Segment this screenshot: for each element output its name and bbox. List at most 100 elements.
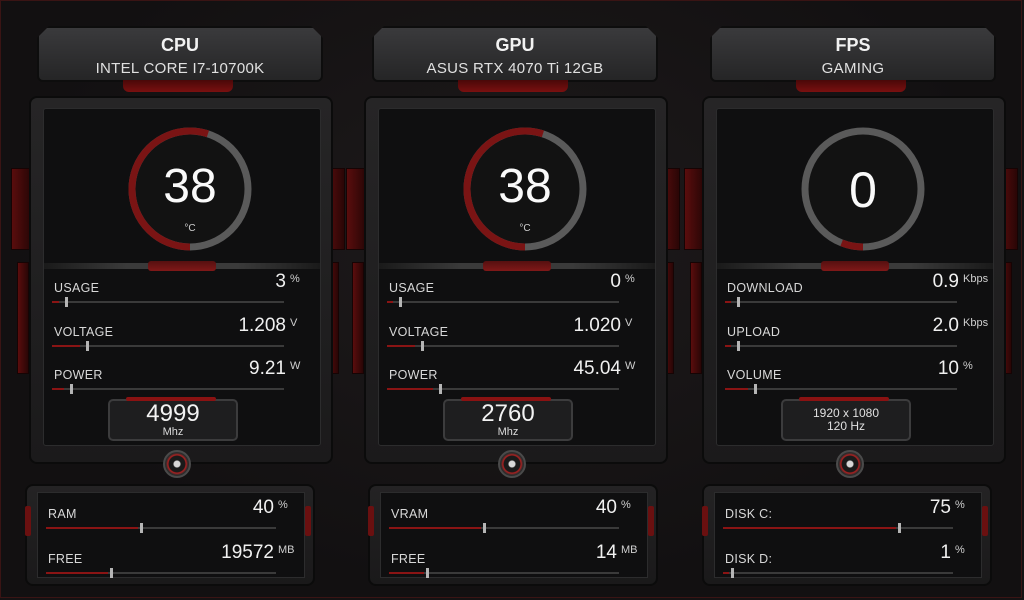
metric-value: 10	[937, 358, 959, 379]
memory-row: FREE 14 MB	[381, 542, 647, 578]
memory-unit: MB	[621, 544, 638, 556]
metric-slider[interactable]	[725, 341, 957, 351]
metric-slider-knob[interactable]	[420, 341, 424, 351]
metric-value: 1.208	[238, 315, 286, 336]
metric-label: USAGE	[54, 281, 100, 295]
bottom-side-accent	[982, 506, 988, 536]
side-accent-left	[684, 168, 704, 250]
metric-label: POWER	[389, 368, 438, 382]
gauge: 38 °C	[122, 121, 258, 257]
gauge: 0	[795, 121, 931, 257]
metric-slider-knob[interactable]	[85, 341, 89, 351]
memory-slider-knob[interactable]	[897, 523, 901, 533]
metric-slider[interactable]	[387, 384, 619, 394]
memory-slider-knob[interactable]	[425, 568, 429, 578]
metric-slider[interactable]	[387, 341, 619, 351]
frequency-box: 4999 Mhz	[108, 397, 238, 441]
metric-unit: %	[290, 273, 300, 285]
memory-label: FREE	[391, 552, 426, 566]
metric-slider-knob[interactable]	[737, 297, 740, 307]
metric-slider-knob[interactable]	[439, 384, 443, 394]
metric-slider-fill	[52, 388, 64, 390]
bottom-side-accent	[648, 506, 654, 536]
bottom-side-accent	[368, 506, 374, 536]
metrics-inner: 38 °C USAGE 3% VOLTAGE 1.208 V POWER 9.21 W 4999 Mh…	[43, 108, 321, 446]
metric-unit: V	[625, 317, 633, 329]
metric-slider-knob[interactable]	[399, 297, 402, 307]
frequency-accent	[461, 397, 551, 401]
metric-unit: V	[290, 317, 298, 329]
metric-label: USAGE	[389, 281, 435, 295]
panel-title: FPS	[835, 35, 871, 55]
metric-slider-knob[interactable]	[737, 341, 740, 351]
frequency-unit: Mhz	[497, 426, 519, 438]
memory-slider[interactable]	[723, 568, 953, 578]
metric-value: 45.04	[573, 358, 621, 379]
memory-panel: DISK C: 75% DISK D: 1%	[702, 484, 992, 586]
metric-row-upload: UPLOAD 2.0 Kbps	[717, 315, 993, 351]
memory-inner: DISK C: 75% DISK D: 1%	[714, 492, 982, 578]
metric-row-power: POWER 45.04 W	[379, 358, 655, 394]
metric-slider-fill	[725, 345, 731, 347]
memory-slider-knob[interactable]	[483, 523, 486, 533]
metric-slider-fill	[387, 345, 415, 347]
metric-slider[interactable]	[725, 384, 957, 394]
bottom-side-accent	[702, 506, 708, 536]
metric-slider[interactable]	[725, 297, 957, 307]
memory-slider-fill	[723, 527, 896, 529]
gauge-unit: °C	[184, 223, 196, 234]
memory-slider[interactable]	[389, 568, 619, 578]
memory-label: DISK D:	[725, 552, 773, 566]
memory-unit: %	[278, 499, 288, 511]
memory-value: 19572	[221, 542, 274, 563]
memory-slider[interactable]	[389, 523, 619, 533]
memory-value: 40	[252, 497, 274, 518]
memory-unit: %	[621, 499, 631, 511]
metric-unit: %	[963, 360, 973, 372]
side-accent-left	[346, 168, 366, 250]
metric-label: UPLOAD	[727, 325, 781, 339]
metrics-panel: 38 °C USAGE 0% VOLTAGE 1.020 V POWER 45.04 W 2760 M…	[364, 96, 668, 464]
metrics-inner: 38 °C USAGE 0% VOLTAGE 1.020 V POWER 45.04 W 2760 M…	[378, 108, 656, 446]
metric-slider[interactable]	[52, 341, 284, 351]
metric-slider-knob[interactable]	[64, 297, 68, 307]
metric-slider-fill	[387, 388, 434, 390]
metric-slider[interactable]	[52, 297, 284, 307]
metric-value: 1.020	[573, 315, 621, 336]
memory-slider[interactable]	[723, 523, 953, 533]
metric-slider-knob[interactable]	[69, 384, 73, 394]
panel-gpu: GPU ASUS RTX 4070 Ti 12GB 38 °C USAGE 0% VOLTA…	[346, 0, 680, 600]
metric-slider-knob[interactable]	[754, 384, 758, 394]
metric-slider-fill	[725, 388, 749, 390]
gauge-arc	[840, 239, 864, 251]
metric-unit: Kbps	[963, 273, 989, 285]
metric-slider[interactable]	[52, 384, 284, 394]
memory-slider-fill	[389, 572, 424, 574]
memory-unit: MB	[278, 544, 295, 556]
metric-row-volume: VOLUME 10%	[717, 358, 993, 394]
frequency-box: 2760 Mhz	[443, 397, 573, 441]
panel-subtitle: INTEL CORE I7-10700K	[95, 60, 265, 77]
metric-slider[interactable]	[387, 297, 619, 307]
metric-row-power: POWER 9.21 W	[44, 358, 320, 394]
panel-subtitle: ASUS RTX 4070 Ti 12GB	[426, 60, 604, 77]
metric-slider-fill	[387, 301, 393, 303]
memory-slider-knob[interactable]	[140, 523, 143, 533]
panel-header: FPS GAMING	[710, 26, 996, 82]
memory-slider-fill	[46, 572, 109, 574]
metric-label: VOLUME	[727, 368, 782, 382]
memory-value: 40	[595, 497, 617, 518]
memory-slider[interactable]	[46, 523, 276, 533]
metric-value: 2.0	[932, 315, 959, 336]
memory-slider-knob[interactable]	[731, 568, 734, 578]
frequency-accent	[126, 397, 216, 401]
memory-slider[interactable]	[46, 568, 276, 578]
metric-value: 3	[275, 271, 286, 292]
memory-slider-fill	[723, 572, 729, 574]
memory-value: 14	[595, 542, 617, 563]
metrics-inner: 0 DOWNLOAD 0.9 Kbps UPLOAD 2.0 Kbps VOLUME 10% 19…	[716, 108, 994, 446]
resolution-accent	[799, 397, 889, 401]
memory-slider-knob[interactable]	[110, 568, 114, 578]
metric-value: 9.21	[249, 358, 286, 379]
metric-value: 0	[610, 271, 621, 292]
